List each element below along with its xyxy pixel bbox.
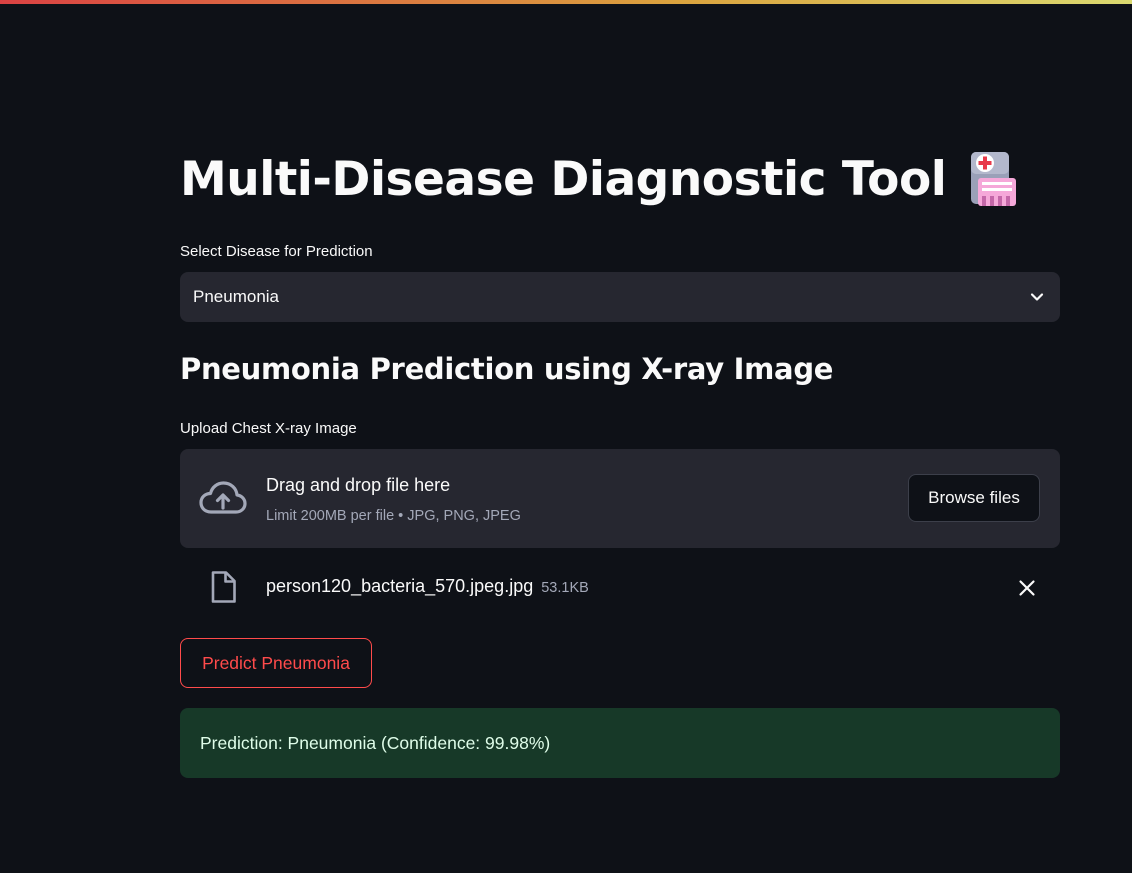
disease-select-label: Select Disease for Prediction: [180, 243, 373, 260]
predict-pneumonia-button[interactable]: Predict Pneumonia: [180, 638, 372, 688]
browse-files-button[interactable]: Browse files: [908, 474, 1040, 522]
disease-select-value: Pneumonia: [193, 287, 280, 306]
file-dropzone[interactable]: Drag and drop file here Limit 200MB per …: [180, 449, 1060, 548]
dropzone-limit-text: Limit 200MB per file • JPG, PNG, JPEG: [266, 508, 521, 524]
chevron-down-icon: [1030, 293, 1044, 301]
title-row: Multi-Disease Diagnostic Tool: [180, 150, 1018, 208]
file-size: 53.1KB: [541, 580, 589, 596]
top-decoration-bar: [0, 0, 1132, 4]
file-icon: [211, 571, 236, 603]
dropzone-title: Drag and drop file here: [266, 475, 451, 495]
uploaded-file-name: person120_bacteria_570.jpeg.jpg 53.1KB: [266, 576, 589, 597]
page-title: Multi-Disease Diagnostic Tool: [180, 151, 947, 207]
disease-select[interactable]: Pneumonia: [180, 272, 1060, 322]
uploaded-file-row: person120_bacteria_570.jpeg.jpg 53.1KB: [180, 565, 1060, 611]
prediction-result-text: Prediction: Pneumonia (Confidence: 99.98…: [200, 732, 551, 753]
uploader-label: Upload Chest X-ray Image: [180, 420, 357, 437]
file-name-text: person120_bacteria_570.jpeg.jpg: [266, 576, 534, 596]
close-icon[interactable]: [1016, 577, 1038, 599]
prediction-result-alert: Prediction: Pneumonia (Confidence: 99.98…: [180, 708, 1060, 778]
section-subheader: Pneumonia Prediction using X-ray Image: [180, 352, 834, 386]
hospital-icon: [971, 152, 1017, 206]
cloud-upload-icon: [199, 481, 247, 514]
